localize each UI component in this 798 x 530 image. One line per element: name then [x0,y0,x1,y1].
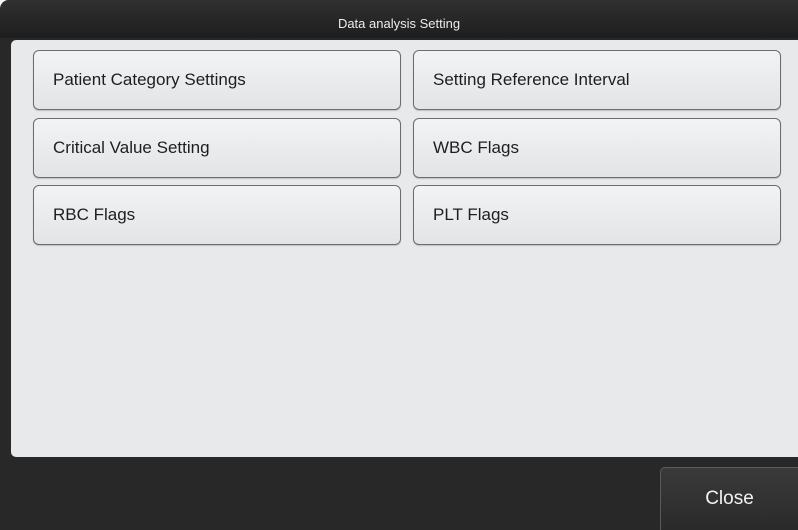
dialog-title: Data analysis Setting [337,16,461,31]
rbc-flags-button[interactable]: RBC Flags [33,185,401,245]
wbc-flags-button[interactable]: WBC Flags [413,118,781,178]
setting-reference-interval-button[interactable]: Setting Reference Interval [413,50,781,110]
dialog-titlebar: Data analysis Setting [0,0,798,38]
data-analysis-setting-dialog: Data analysis Setting Patient Category S… [0,0,798,530]
close-button[interactable]: Close [660,467,798,530]
critical-value-setting-button[interactable]: Critical Value Setting [33,118,401,178]
settings-panel: Patient Category Settings Setting Refere… [11,40,798,457]
plt-flags-button[interactable]: PLT Flags [413,185,781,245]
patient-category-settings-button[interactable]: Patient Category Settings [33,50,401,110]
